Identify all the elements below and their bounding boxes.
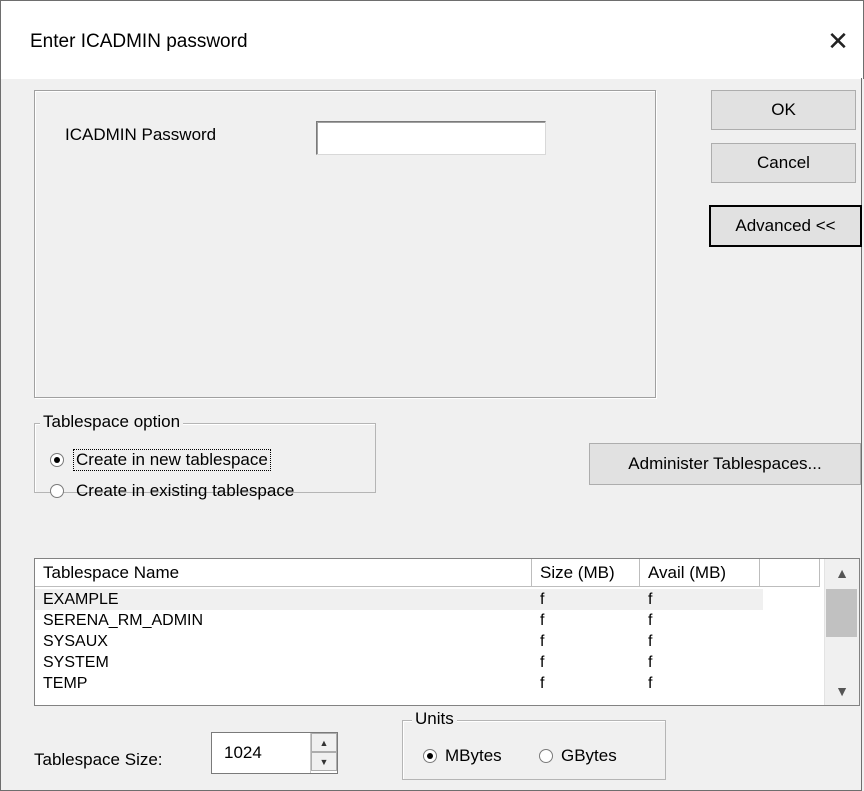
table-cell-name: SYSAUX: [43, 632, 108, 650]
table-cell-avail: f: [648, 611, 653, 629]
tablespace-list[interactable]: Tablespace Name Size (MB) Avail (MB) EXA…: [34, 558, 860, 706]
table-cell-avail: f: [648, 632, 653, 650]
password-input[interactable]: [316, 121, 546, 155]
table-row[interactable]: TEMP f f: [35, 673, 763, 694]
table-row[interactable]: SYSTEM f f: [35, 652, 763, 673]
table-row[interactable]: SYSAUX f f: [35, 631, 763, 652]
table-row[interactable]: SERENA_RM_ADMIN f f: [35, 610, 763, 631]
ok-button[interactable]: OK: [711, 90, 856, 130]
dialog-title: Enter ICADMIN password: [30, 31, 248, 52]
radio-unselected-icon[interactable]: [539, 749, 553, 763]
spinner-up-icon[interactable]: ▲: [311, 733, 337, 752]
scroll-thumb[interactable]: [826, 589, 857, 637]
table-cell-size: f: [540, 590, 545, 608]
radio-selected-icon[interactable]: [50, 453, 64, 467]
table-cell-name: SYSTEM: [43, 653, 109, 671]
table-cell-size: f: [540, 674, 545, 692]
table-row[interactable]: EXAMPLE f f: [35, 589, 763, 610]
table-cell-name: TEMP: [43, 674, 88, 692]
tablespace-size-value[interactable]: 1024: [224, 743, 262, 763]
table-cell-size: f: [540, 632, 545, 650]
table-cell-avail: f: [648, 674, 653, 692]
column-header-avail[interactable]: Avail (MB): [640, 559, 760, 587]
advanced-button[interactable]: Advanced <<: [709, 205, 862, 247]
radio-gbytes[interactable]: GBytes: [539, 746, 617, 766]
spinner-buttons: ▲ ▼: [310, 733, 337, 773]
radio-existing-tablespace[interactable]: Create in existing tablespace: [50, 481, 296, 501]
radio-existing-tablespace-label[interactable]: Create in existing tablespace: [74, 481, 296, 501]
column-header-name[interactable]: Tablespace Name: [35, 559, 532, 587]
radio-new-tablespace-label[interactable]: Create in new tablespace: [73, 449, 271, 471]
column-header-filler: [760, 559, 820, 587]
column-header-size[interactable]: Size (MB): [532, 559, 640, 587]
radio-unselected-icon[interactable]: [50, 484, 64, 498]
title-bar: Enter ICADMIN password ✕: [0, 0, 864, 79]
administer-tablespaces-button[interactable]: Administer Tablespaces...: [589, 443, 861, 485]
password-label: ICADMIN Password: [65, 125, 217, 144]
table-cell-size: f: [540, 611, 545, 629]
table-cell-avail: f: [648, 590, 653, 608]
cancel-button[interactable]: Cancel: [711, 143, 856, 183]
close-icon[interactable]: ✕: [813, 19, 863, 63]
radio-mbytes-label[interactable]: MBytes: [445, 746, 502, 766]
radio-gbytes-label[interactable]: GBytes: [561, 746, 617, 766]
units-legend: Units: [412, 709, 457, 729]
radio-mbytes[interactable]: MBytes: [423, 746, 502, 766]
spinner-down-icon[interactable]: ▼: [311, 752, 337, 771]
radio-selected-icon[interactable]: [423, 749, 437, 763]
tablespace-size-label: Tablespace Size:: [34, 750, 163, 769]
radio-new-tablespace[interactable]: Create in new tablespace: [50, 449, 271, 471]
table-cell-size: f: [540, 653, 545, 671]
table-cell-name: EXAMPLE: [43, 590, 119, 608]
table-cell-avail: f: [648, 653, 653, 671]
table-cell-name: SERENA_RM_ADMIN: [43, 611, 204, 629]
tablespace-size-spinner[interactable]: 1024 ▲ ▼: [211, 732, 338, 774]
scroll-up-arrow-icon[interactable]: ▲: [825, 559, 859, 587]
tablespace-option-legend: Tablespace option: [40, 412, 184, 432]
vertical-scrollbar[interactable]: ▲ ▼: [824, 559, 859, 705]
table-header: Tablespace Name Size (MB) Avail (MB): [35, 559, 820, 587]
scroll-down-arrow-icon[interactable]: ▼: [825, 677, 859, 705]
